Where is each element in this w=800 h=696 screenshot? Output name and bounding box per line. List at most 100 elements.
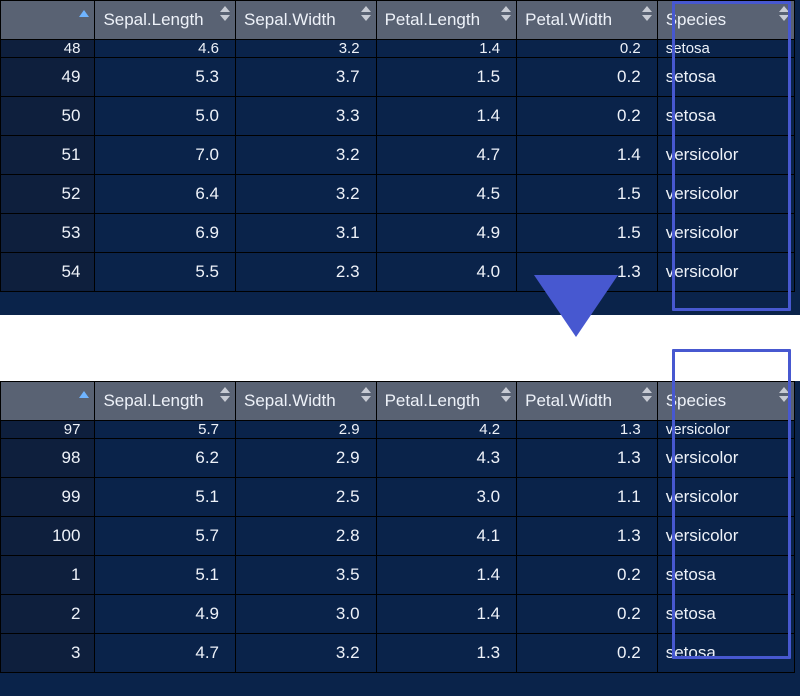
cell-sepal-length[interactable]: 6.9	[95, 214, 236, 253]
cell-index[interactable]: 97	[1, 421, 95, 439]
cell-petal-length[interactable]: 4.0	[376, 253, 517, 292]
col-head-petal-length[interactable]: Petal.Length	[376, 1, 517, 40]
cell-sepal-width[interactable]: 2.9	[236, 421, 377, 439]
cell-sepal-length[interactable]: 6.2	[95, 439, 236, 478]
table-row[interactable]: 545.52.34.01.3versicolor	[1, 253, 795, 292]
sort-asc-icon[interactable]	[79, 387, 90, 398]
cell-index[interactable]: 48	[1, 40, 95, 58]
cell-petal-length[interactable]: 4.9	[376, 214, 517, 253]
cell-sepal-width[interactable]: 3.7	[236, 58, 377, 97]
cell-petal-width[interactable]: 0.2	[517, 58, 658, 97]
cell-petal-width[interactable]: 1.3	[517, 421, 658, 439]
sort-icon[interactable]	[779, 6, 790, 21]
col-head-sepal-length[interactable]: Sepal.Length	[95, 1, 236, 40]
cell-sepal-length[interactable]: 4.6	[95, 40, 236, 58]
table-row-partial[interactable]: 48 4.6 3.2 1.4 0.2 setosa	[1, 40, 795, 58]
col-head-petal-width[interactable]: Petal.Width	[517, 1, 658, 40]
cell-sepal-length[interactable]: 5.0	[95, 97, 236, 136]
table-row[interactable]: 505.03.31.40.2setosa	[1, 97, 795, 136]
table-row[interactable]: 517.03.24.71.4versicolor	[1, 136, 795, 175]
cell-sepal-width[interactable]: 2.5	[236, 478, 377, 517]
cell-index[interactable]: 54	[1, 253, 95, 292]
cell-index[interactable]: 52	[1, 175, 95, 214]
cell-petal-length[interactable]: 4.7	[376, 136, 517, 175]
cell-sepal-length[interactable]: 5.1	[95, 478, 236, 517]
cell-sepal-width[interactable]: 3.2	[236, 40, 377, 58]
cell-sepal-length[interactable]: 5.7	[95, 421, 236, 439]
table-row[interactable]: 34.73.21.30.2setosa	[1, 634, 795, 673]
col-head-sepal-length[interactable]: Sepal.Length	[95, 382, 236, 421]
sort-icon[interactable]	[220, 387, 231, 402]
cell-petal-width[interactable]: 0.2	[517, 40, 658, 58]
sort-icon[interactable]	[220, 6, 231, 21]
cell-petal-width[interactable]: 1.1	[517, 478, 658, 517]
table-row-partial[interactable]: 97 5.7 2.9 4.2 1.3 versicolor	[1, 421, 795, 439]
cell-petal-width[interactable]: 0.2	[517, 595, 658, 634]
cell-species[interactable]: versicolor	[657, 214, 794, 253]
table-row[interactable]: 526.43.24.51.5versicolor	[1, 175, 795, 214]
cell-index[interactable]: 51	[1, 136, 95, 175]
table-row[interactable]: 495.33.71.50.2setosa	[1, 58, 795, 97]
cell-index[interactable]: 98	[1, 439, 95, 478]
table-row[interactable]: 1005.72.84.11.3versicolor	[1, 517, 795, 556]
cell-sepal-width[interactable]: 2.9	[236, 439, 377, 478]
cell-sepal-length[interactable]: 4.9	[95, 595, 236, 634]
cell-sepal-length[interactable]: 5.1	[95, 556, 236, 595]
cell-species[interactable]: versicolor	[657, 253, 794, 292]
cell-species[interactable]: versicolor	[657, 439, 794, 478]
cell-index[interactable]: 53	[1, 214, 95, 253]
cell-petal-width[interactable]: 0.2	[517, 634, 658, 673]
cell-petal-length[interactable]: 1.3	[376, 634, 517, 673]
cell-sepal-width[interactable]: 3.2	[236, 634, 377, 673]
sort-icon[interactable]	[642, 6, 653, 21]
cell-species[interactable]: versicolor	[657, 421, 794, 439]
sort-icon[interactable]	[501, 6, 512, 21]
cell-petal-width[interactable]: 1.5	[517, 214, 658, 253]
sort-icon[interactable]	[779, 387, 790, 402]
cell-petal-width[interactable]: 1.4	[517, 136, 658, 175]
cell-species[interactable]: setosa	[657, 58, 794, 97]
cell-index[interactable]: 2	[1, 595, 95, 634]
cell-sepal-width[interactable]: 3.3	[236, 97, 377, 136]
cell-petal-width[interactable]: 0.2	[517, 556, 658, 595]
cell-petal-width[interactable]: 1.3	[517, 439, 658, 478]
table-row[interactable]: 986.22.94.31.3versicolor	[1, 439, 795, 478]
col-head-species[interactable]: Species	[657, 1, 794, 40]
cell-sepal-width[interactable]: 2.8	[236, 517, 377, 556]
cell-sepal-width[interactable]: 3.2	[236, 175, 377, 214]
cell-sepal-length[interactable]: 7.0	[95, 136, 236, 175]
cell-species[interactable]: versicolor	[657, 136, 794, 175]
sort-icon[interactable]	[361, 387, 372, 402]
cell-sepal-width[interactable]: 2.3	[236, 253, 377, 292]
cell-species[interactable]: versicolor	[657, 478, 794, 517]
sort-icon[interactable]	[361, 6, 372, 21]
cell-petal-length[interactable]: 1.5	[376, 58, 517, 97]
cell-index[interactable]: 100	[1, 517, 95, 556]
cell-petal-length[interactable]: 1.4	[376, 97, 517, 136]
table-row[interactable]: 24.93.01.40.2setosa	[1, 595, 795, 634]
table-row[interactable]: 536.93.14.91.5versicolor	[1, 214, 795, 253]
cell-petal-length[interactable]: 1.4	[376, 556, 517, 595]
col-head-petal-length[interactable]: Petal.Length	[376, 382, 517, 421]
table-row[interactable]: 995.12.53.01.1versicolor	[1, 478, 795, 517]
cell-sepal-width[interactable]: 3.2	[236, 136, 377, 175]
cell-sepal-width[interactable]: 3.5	[236, 556, 377, 595]
cell-petal-width[interactable]: 0.2	[517, 97, 658, 136]
sort-asc-icon[interactable]	[79, 6, 90, 17]
cell-index[interactable]: 99	[1, 478, 95, 517]
cell-index[interactable]: 1	[1, 556, 95, 595]
cell-index[interactable]: 49	[1, 58, 95, 97]
cell-sepal-width[interactable]: 3.1	[236, 214, 377, 253]
cell-index[interactable]: 3	[1, 634, 95, 673]
cell-petal-length[interactable]: 4.1	[376, 517, 517, 556]
cell-sepal-width[interactable]: 3.0	[236, 595, 377, 634]
col-head-index[interactable]	[1, 1, 95, 40]
cell-sepal-length[interactable]: 6.4	[95, 175, 236, 214]
cell-sepal-length[interactable]: 5.5	[95, 253, 236, 292]
col-head-index[interactable]	[1, 382, 95, 421]
table-row[interactable]: 15.13.51.40.2setosa	[1, 556, 795, 595]
cell-sepal-length[interactable]: 4.7	[95, 634, 236, 673]
col-head-sepal-width[interactable]: Sepal.Width	[236, 1, 377, 40]
cell-species[interactable]: setosa	[657, 40, 794, 58]
cell-petal-length[interactable]: 1.4	[376, 40, 517, 58]
